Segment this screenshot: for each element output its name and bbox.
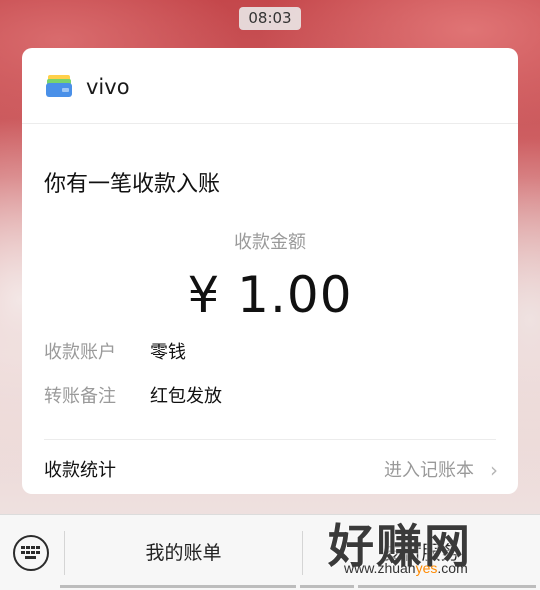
keyboard-toggle-button[interactable] (13, 535, 49, 571)
site-watermark: 好赚网 www.zhuanyes.com (322, 512, 532, 582)
menu-underline (60, 585, 296, 588)
remark-label: 转账备注 (44, 386, 116, 407)
wallet-icon (46, 75, 72, 97)
notification-title: 你有一笔收款入账 (44, 172, 221, 197)
payment-notification-card[interactable]: vivo 你有一笔收款入账 收款金额 ¥ 1.00 收款账户 零钱 转账备注 红… (22, 48, 518, 494)
app-name: vivo (86, 75, 130, 99)
amount-value: ¥ 1.00 (187, 266, 353, 324)
ledger-link[interactable]: 进入记账本 (384, 456, 474, 482)
menu-underline (300, 585, 354, 588)
chevron-right-icon[interactable]: › (490, 458, 498, 482)
watermark-url: www.zhuanyes.com (344, 560, 468, 576)
status-time: 08:03 (239, 7, 301, 30)
account-label: 收款账户 (44, 342, 116, 363)
menu-underline (358, 585, 536, 588)
keyboard-icon (21, 546, 40, 559)
card-header: vivo (22, 48, 518, 124)
menu-my-bills[interactable]: 我的账单 (65, 515, 302, 590)
remark-value: 红包发放 (150, 386, 222, 407)
stats-label: 收款统计 (44, 460, 116, 481)
divider (44, 439, 496, 440)
amount-label: 收款金额 (234, 232, 306, 253)
account-value: 零钱 (150, 342, 186, 363)
